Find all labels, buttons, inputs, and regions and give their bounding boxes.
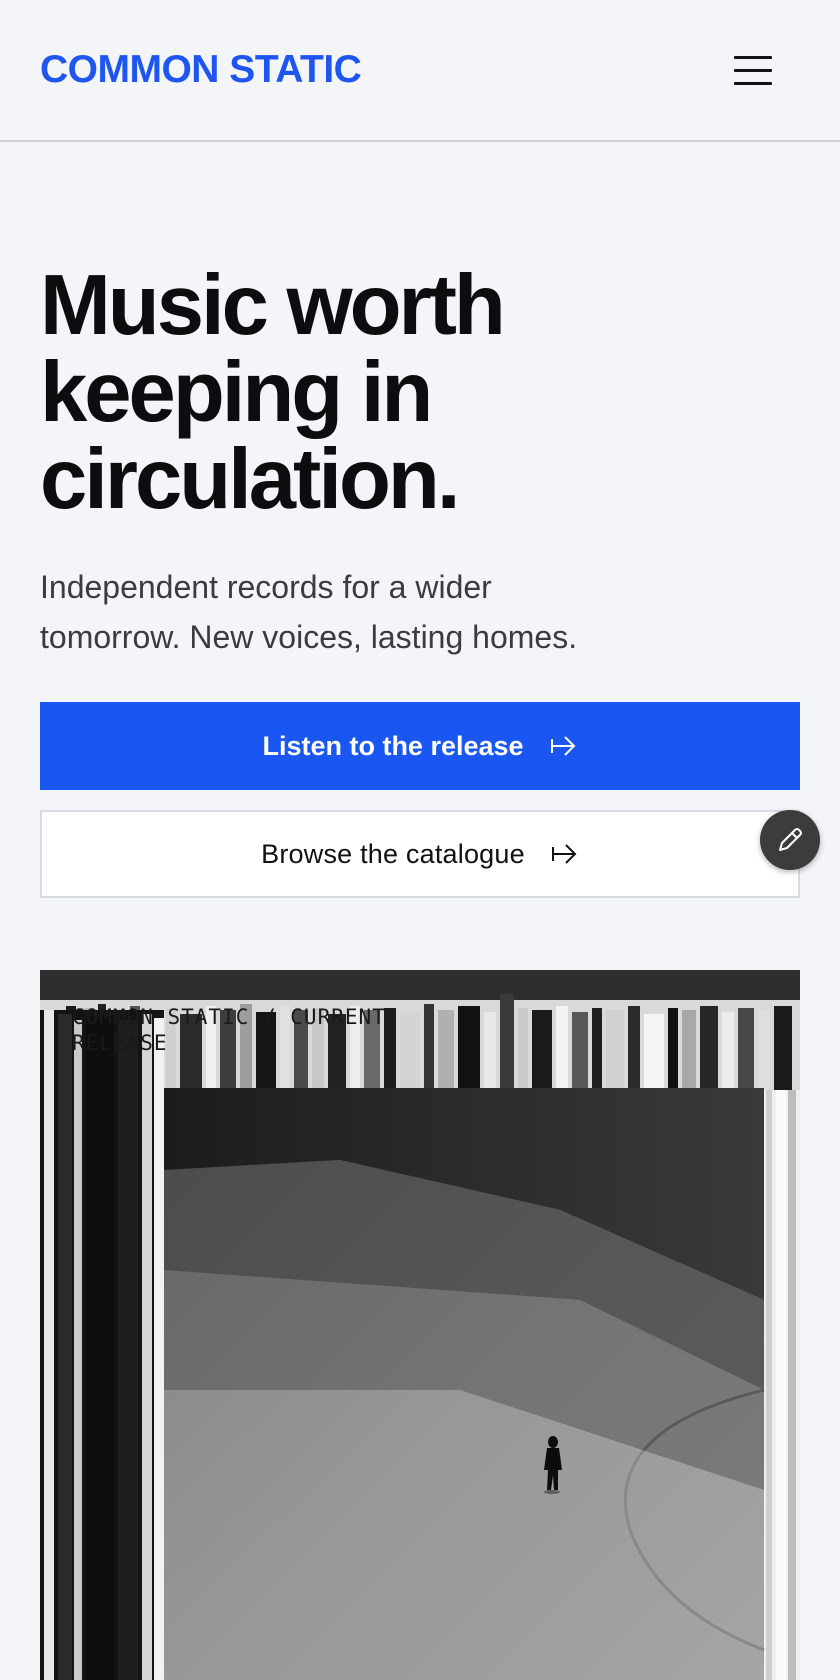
hero-subhead: Independent records for a wider tomorrow… <box>40 569 578 655</box>
hamburger-menu-icon[interactable] <box>734 56 774 86</box>
listen-button-label: Listen to the release <box>262 730 524 761</box>
menu-bar <box>734 69 772 72</box>
brand-logo[interactable]: COMMON STATIC <box>40 50 362 89</box>
current-release-image[interactable]: COMMON STATIC / CURRENT RELEASE <box>40 970 800 1680</box>
menu-bar <box>734 82 772 85</box>
record-spines-left <box>40 1010 164 1680</box>
album-cover <box>164 1088 765 1680</box>
arrow-right-icon <box>551 844 577 864</box>
pencil-icon <box>779 828 802 851</box>
record-spines-right <box>762 1090 800 1680</box>
hero-headline: Music worth keeping in circulation. <box>40 258 506 527</box>
browse-button-label: Browse the catalogue <box>261 838 525 869</box>
arrow-right-icon <box>550 736 575 756</box>
release-artwork <box>40 970 800 1680</box>
site-header: COMMON STATIC <box>0 0 840 142</box>
menu-bar <box>734 56 772 59</box>
browse-catalogue-button[interactable]: Browse the catalogue <box>40 810 800 898</box>
listen-to-release-button[interactable]: Listen to the release <box>40 702 800 790</box>
release-caption: COMMON STATIC / CURRENT RELEASE <box>72 1005 386 1055</box>
edit-fab-button[interactable] <box>760 810 820 870</box>
